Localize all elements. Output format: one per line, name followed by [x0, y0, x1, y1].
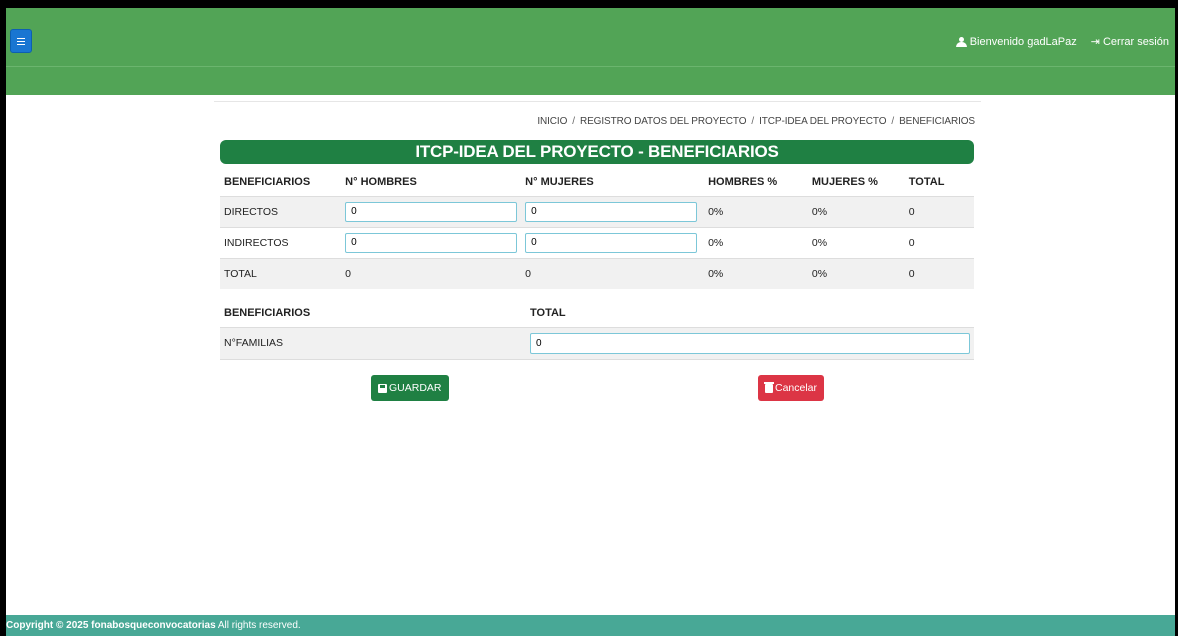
- save-label: GUARDAR: [389, 382, 442, 394]
- directos-mujeres-input[interactable]: [525, 201, 698, 222]
- table-row-familias: N°FAMILIAS: [220, 326, 974, 360]
- col-total: TOTAL: [530, 307, 566, 320]
- table-header-row: BENEFICIARIOS N° HOMBRES N° MUJERES HOMB…: [220, 169, 974, 196]
- col-beneficiarios: BENEFICIARIOS: [224, 176, 311, 189]
- indirectos-hombres-pct: 0%: [704, 226, 808, 258]
- col-hombres: N° HOMBRES: [345, 176, 417, 189]
- table-row-directos: DIRECTOS 0% 0% 0: [220, 195, 974, 227]
- families-table: BENEFICIARIOS TOTAL N°FAMILIAS: [220, 300, 974, 360]
- total-mujeres: 0: [521, 257, 705, 289]
- footer: Copyright © 2025 fonabosqueconvocatorias…: [6, 615, 1175, 636]
- save-button[interactable]: GUARDAR: [371, 375, 449, 401]
- breadcrumb-item-beneficiarios: BENEFICIARIOS: [899, 116, 975, 127]
- total-total: 0: [904, 257, 974, 289]
- row-label: DIRECTOS: [220, 195, 342, 227]
- user-area: Bienvenido gadLaPaz ⇥ Cerrar sesión: [955, 35, 1169, 49]
- table-row-total: TOTAL 0 0 0% 0% 0: [220, 257, 974, 289]
- directos-mujeres-pct: 0%: [807, 195, 905, 227]
- breadcrumb-item-inicio[interactable]: INICIO: [537, 116, 567, 127]
- total-hombres: 0: [341, 257, 522, 289]
- trash-icon: [764, 381, 774, 393]
- indirectos-total: 0: [904, 226, 974, 258]
- families-header-row: BENEFICIARIOS TOTAL: [220, 300, 974, 327]
- main-content: INICIO / REGISTRO DATOS DEL PROYECTO / ITCP-…: [214, 101, 981, 401]
- col-beneficiarios: BENEFICIARIOS: [224, 307, 311, 320]
- navbar-divider: [6, 66, 1175, 67]
- familias-input[interactable]: [530, 332, 970, 354]
- row-label: TOTAL: [220, 257, 342, 289]
- indirectos-hombres-input[interactable]: [345, 232, 518, 253]
- directos-total: 0: [904, 195, 974, 227]
- breadcrumb-item-registro[interactable]: REGISTRO DATOS DEL PROYECTO: [580, 116, 747, 127]
- indirectos-mujeres-input[interactable]: [525, 232, 698, 253]
- col-total: TOTAL: [908, 176, 945, 189]
- cancel-label: Cancelar: [775, 382, 818, 394]
- logout-icon: ⇥: [1090, 36, 1100, 48]
- hamburger-icon: [17, 36, 25, 47]
- beneficiaries-table: BENEFICIARIOS N° HOMBRES N° MUJERES HOMB…: [220, 169, 974, 289]
- total-mujeres-pct: 0%: [807, 257, 905, 289]
- col-hombres-pct: HOMBRES %: [708, 176, 778, 189]
- welcome-user[interactable]: Bienvenido gadLaPaz: [955, 35, 1077, 48]
- total-hombres-pct: 0%: [704, 257, 808, 289]
- sidebar-toggle-button[interactable]: [10, 29, 32, 53]
- footer-rights: All rights reserved.: [217, 620, 301, 631]
- directos-hombres-input[interactable]: [345, 201, 518, 222]
- indirectos-mujeres-pct: 0%: [807, 226, 905, 258]
- logout-link[interactable]: ⇥ Cerrar sesión: [1090, 35, 1169, 49]
- floppy-icon: [378, 383, 387, 393]
- row-label: N°FAMILIAS: [220, 326, 526, 360]
- welcome-text: Bienvenido gadLaPaz: [969, 35, 1077, 48]
- user-icon: [955, 36, 967, 47]
- top-navbar: Bienvenido gadLaPaz ⇥ Cerrar sesión: [6, 8, 1175, 95]
- breadcrumb-item-itcp[interactable]: ITCP-IDEA DEL PROYECTO: [759, 116, 886, 127]
- row-label: INDIRECTOS: [220, 226, 342, 258]
- table-row-indirectos: INDIRECTOS 0% 0% 0: [220, 226, 974, 258]
- col-mujeres: N° MUJERES: [525, 176, 594, 189]
- breadcrumb: INICIO / REGISTRO DATOS DEL PROYECTO / ITCP-…: [537, 116, 975, 127]
- col-mujeres-pct: MUJERES %: [811, 176, 878, 189]
- page-title: ITCP-IDEA DEL PROYECTO - BENEFICIARIOS: [220, 140, 974, 164]
- directos-hombres-pct: 0%: [704, 195, 808, 227]
- cancel-button[interactable]: Cancelar: [758, 375, 825, 401]
- logout-text: Cerrar sesión: [1102, 35, 1169, 48]
- footer-copyright: Copyright © 2025 fonabosqueconvocatorias: [6, 620, 216, 631]
